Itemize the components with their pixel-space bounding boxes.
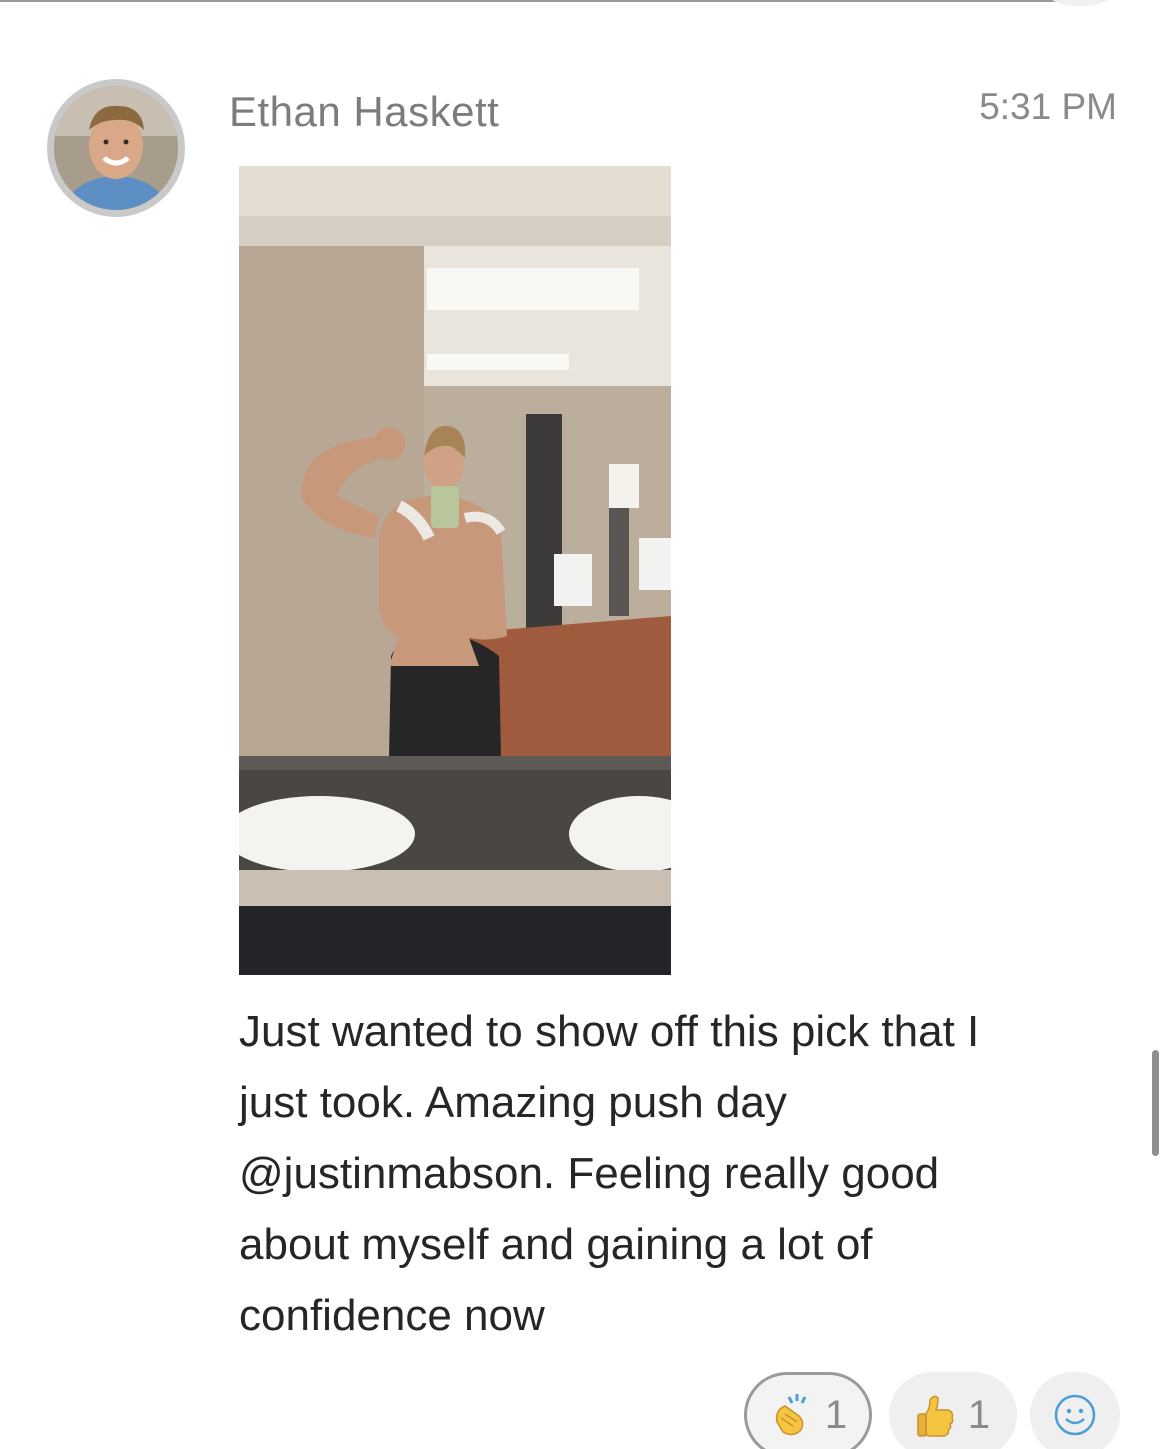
reaction-clap-button[interactable]: 1 [744,1372,872,1449]
add-reaction-button[interactable] [1030,1372,1120,1449]
scrollbar[interactable] [1152,1050,1159,1156]
message-view: Ethan Haskett 5:31 PM Just wanted to sho… [0,0,1169,1449]
clapping-hands-icon [769,1392,815,1438]
message-line: confidence now [239,1291,545,1340]
message-line: Just wanted to show off this pick that I [239,1007,980,1056]
avatar[interactable] [47,79,185,217]
reaction-count: 1 [824,1392,848,1437]
message-line: @justinmabson. Feeling really good [239,1149,940,1198]
smiley-face-icon [1052,1392,1098,1438]
message-line: about myself and gaining a lot of [239,1220,873,1269]
thumbs-up-icon [916,1392,958,1438]
reaction-thumbs-up-button[interactable]: 1 [889,1372,1017,1449]
divider [0,0,1080,2]
message-timestamp: 5:31 PM [979,86,1117,127]
sender-name[interactable]: Ethan Haskett [229,88,499,136]
avatar-photo [54,86,178,210]
message-line: just took. Amazing push day [239,1078,787,1127]
message-body: Just wanted to show off this pick that I… [239,996,1119,1351]
divider-cap [1050,0,1110,6]
attached-photo[interactable] [239,166,671,975]
reaction-count: 1 [967,1392,991,1437]
